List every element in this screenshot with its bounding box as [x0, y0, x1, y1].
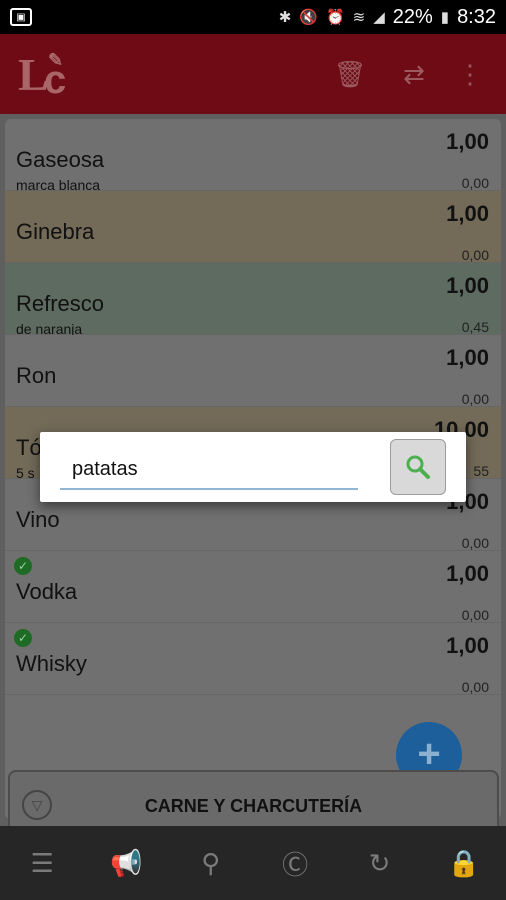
lock-icon[interactable]: 🔒 [444, 843, 484, 883]
app-logo: L c ✎ [18, 49, 67, 102]
item-quantity: 1,00 [446, 201, 489, 226]
category-label: CARNE Y CHARCUTERÍA [144, 796, 363, 816]
app-bar: L c ✎ 🗑 ⇄ ⋮ [0, 34, 506, 114]
signal-icon: ◢ [373, 9, 385, 26]
pen-icon: ✎ [48, 50, 64, 70]
item-name: Vodka [16, 579, 78, 604]
item-price: 0,00 [461, 679, 489, 695]
item-name: Gaseosa [16, 147, 105, 172]
item-price: 0,00 [461, 175, 489, 191]
list-item[interactable]: Gaseosa marca blanca 1,00 0,00 [5, 119, 501, 193]
item-name: Ginebra [16, 219, 95, 244]
item-price: 0,00 [461, 535, 489, 551]
list-item[interactable]: ✓ Vodka 1,00 0,00 [5, 551, 501, 623]
item-price: 55 [473, 463, 489, 479]
list-item[interactable]: ✓ Whisky 1,00 0,00 [5, 623, 501, 695]
item-name: Tó [16, 435, 42, 460]
delete-icon[interactable]: 🗑 [332, 56, 368, 92]
battery-icon: ▮ [440, 9, 450, 26]
list-item[interactable]: Refresco de naranja 1,00 0,45 [5, 263, 501, 337]
refresh-icon[interactable]: ↻ [359, 843, 399, 883]
item-price: 0,45 [461, 319, 489, 335]
swap-icon[interactable]: ⇄ [396, 56, 432, 92]
item-name: Vino [16, 507, 60, 532]
item-quantity: 1,00 [446, 345, 489, 370]
status-bar: ▣ ✱ 🔇 ⏰ ≋ ◢ 22% ▮ 8:32 [0, 0, 506, 34]
item-quantity: 1,00 [446, 273, 489, 298]
item-name: Whisky [16, 651, 87, 676]
gallery-notification-icon: ▣ [10, 8, 32, 26]
more-options-icon[interactable]: ⋮ [452, 56, 488, 92]
category-header[interactable]: ▽ CARNE Y CHARCUTERÍA [8, 770, 499, 830]
item-name: Ron [16, 363, 57, 388]
item-price: 0,00 [461, 247, 489, 263]
item-price: 0,00 [461, 391, 489, 407]
checked-icon: ✓ [14, 629, 32, 647]
mute-icon: 🔇 [299, 9, 318, 26]
list-icon[interactable]: ☰ [22, 843, 62, 883]
magnifier-icon [406, 455, 430, 479]
bottom-toolbar: ☰ 📢 ⚲ Ⓒ ↻ 🔒 [0, 826, 506, 900]
item-quantity: 1,00 [446, 633, 489, 658]
bluetooth-icon: ✱ [278, 9, 292, 26]
item-price: 0,00 [461, 607, 489, 623]
list-item[interactable]: Ginebra 1,00 0,00 [5, 191, 501, 263]
battery-percent: 22% [392, 5, 433, 28]
coupon-icon[interactable]: Ⓒ [275, 843, 315, 883]
search-dialog [40, 432, 466, 502]
clock: 8:32 [457, 5, 496, 28]
search-button[interactable] [390, 439, 446, 495]
item-quantity: 1,00 [446, 561, 489, 586]
list-item[interactable]: Ron 1,00 0,00 [5, 335, 501, 407]
megaphone-icon[interactable]: 📢 [106, 843, 146, 883]
item-name: Refresco [16, 291, 105, 316]
item-quantity: 1,00 [446, 129, 489, 154]
search-input[interactable] [60, 450, 358, 490]
checked-icon: ✓ [14, 557, 32, 575]
alarm-icon: ⏰ [325, 9, 345, 26]
search-icon[interactable]: ⚲ [191, 843, 231, 883]
wifi-icon: ≋ [352, 9, 366, 26]
